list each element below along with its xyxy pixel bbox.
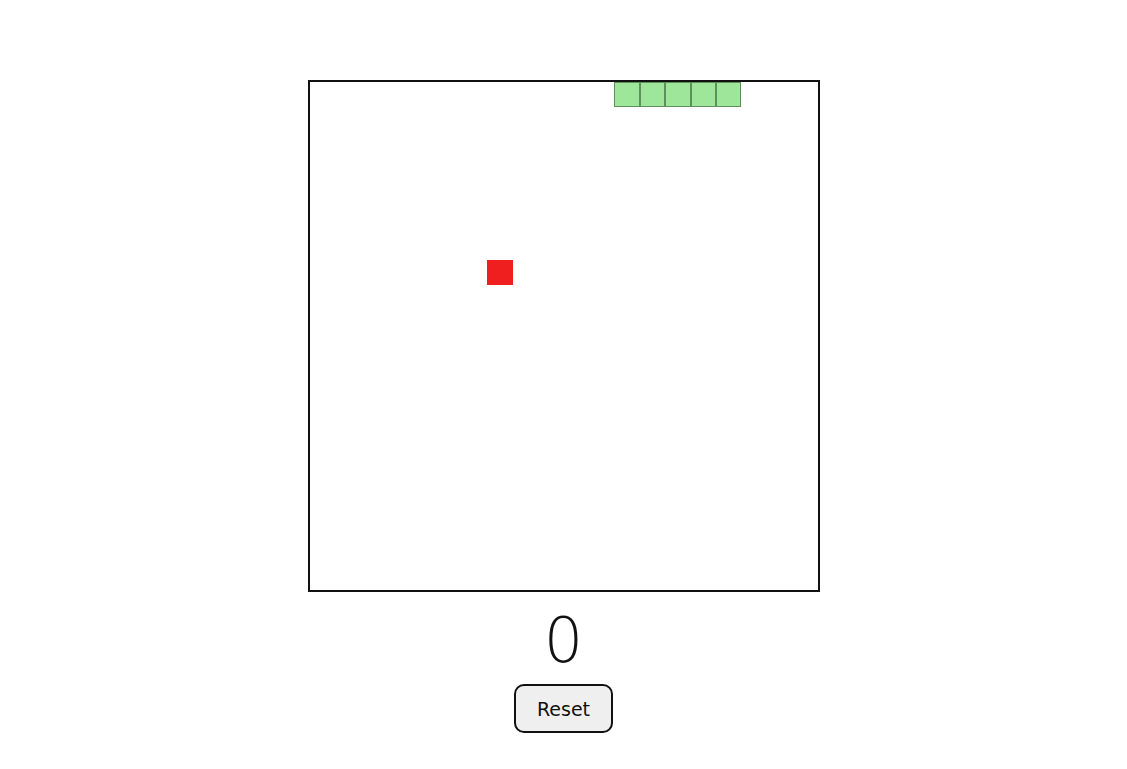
snake-segment	[691, 82, 716, 107]
food	[487, 260, 512, 285]
snake-segment	[665, 82, 690, 107]
snake-game: 0 Reset	[0, 0, 1127, 733]
snake-segment	[614, 82, 639, 107]
snake-segment	[716, 82, 741, 107]
game-board	[308, 80, 820, 592]
score: 0	[544, 608, 583, 674]
snake-segment	[640, 82, 665, 107]
reset-button[interactable]: Reset	[514, 684, 613, 733]
